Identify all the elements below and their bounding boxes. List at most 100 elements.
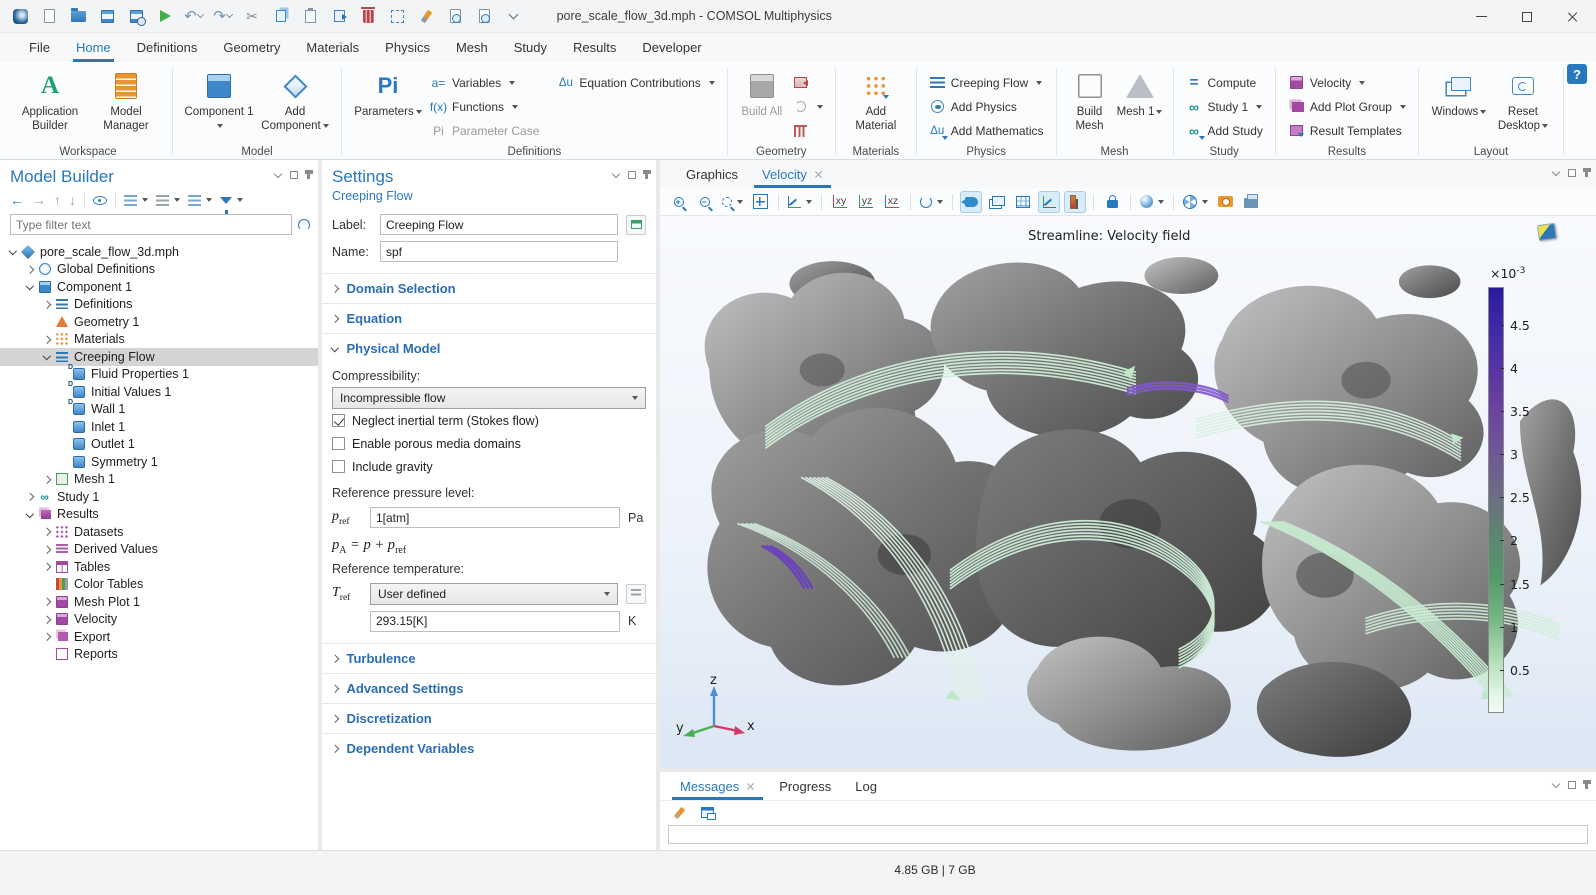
tab-results[interactable]: Results — [560, 33, 629, 62]
undo-icon[interactable]: ↶ — [183, 5, 205, 27]
tree-item-component1[interactable]: Component 1 — [0, 278, 318, 296]
tab-mesh[interactable]: Mesh — [443, 33, 501, 62]
porous-media-checkbox[interactable] — [332, 437, 345, 450]
back-button[interactable]: ← — [10, 193, 24, 207]
show-options-button[interactable] — [93, 196, 107, 205]
move-down-button[interactable]: ↓ — [69, 193, 76, 207]
tree-item-reports[interactable]: Reports — [0, 646, 318, 664]
add-material-button[interactable]: Add Material — [844, 68, 908, 134]
section-equation[interactable]: Equation — [322, 303, 656, 333]
tree-item-tables[interactable]: Tables — [0, 558, 318, 576]
section-domain-selection[interactable]: Domain Selection — [322, 273, 656, 303]
tab-definitions[interactable]: Definitions — [124, 33, 211, 62]
variables-button[interactable]: a= Variables — [426, 72, 543, 93]
tree-item-derived-values[interactable]: Derived Values — [0, 541, 318, 559]
view-xz-button[interactable]: xz — [881, 191, 903, 213]
add-physics-button[interactable]: Add Physics — [925, 96, 1048, 117]
paste-icon[interactable] — [299, 5, 321, 27]
pin-panel-icon[interactable] — [307, 170, 310, 179]
tree-item-definitions[interactable]: Definitions — [0, 296, 318, 314]
name-input[interactable] — [380, 241, 618, 262]
section-turbulence[interactable]: Turbulence — [322, 643, 656, 673]
tree-item-symmetry1[interactable]: Symmetry 1 — [0, 453, 318, 471]
add-plot-group-button[interactable]: Add Plot Group — [1284, 96, 1410, 117]
float-panel-icon[interactable] — [1568, 781, 1576, 789]
compressibility-select[interactable]: Incompressible flow — [332, 387, 646, 409]
tab-home[interactable]: Home — [63, 33, 124, 62]
tree-item-study1[interactable]: ∞Study 1 — [0, 488, 318, 506]
float-panel-icon[interactable] — [290, 171, 298, 179]
mesh1-button[interactable]: Mesh 1 — [1115, 68, 1165, 119]
pin-panel-icon[interactable] — [1585, 780, 1588, 789]
image-snapshot-button[interactable] — [1214, 191, 1236, 213]
creeping-flow-button[interactable]: Creeping Flow — [925, 72, 1048, 93]
view-xy-button[interactable]: xy — [829, 191, 851, 213]
expand-levels-button[interactable] — [124, 195, 148, 206]
move-up-button[interactable]: ↑ — [54, 193, 61, 207]
material-rendering-button[interactable] — [1138, 191, 1166, 213]
build-mesh-button[interactable]: Build Mesh — [1065, 68, 1115, 134]
float-panel-icon[interactable] — [1568, 169, 1576, 177]
tree-item-root[interactable]: pore_scale_flow_3d.mph — [0, 243, 318, 261]
tab-velocity[interactable]: Velocity — [750, 160, 835, 188]
tab-materials[interactable]: Materials — [293, 33, 372, 62]
show-grid-button[interactable] — [1012, 191, 1034, 213]
windows-button[interactable]: Windows — [1427, 68, 1491, 119]
save-search-icon[interactable] — [125, 5, 147, 27]
study1-button[interactable]: ∞ Study 1 — [1182, 96, 1267, 117]
neglect-inertial-checkbox-row[interactable]: Neglect inertial term (Stokes flow) — [332, 409, 646, 432]
add-mathematics-button[interactable]: Δu Add Mathematics — [925, 120, 1048, 141]
zoom-out-button[interactable]: − — [694, 191, 716, 213]
add-study-button[interactable]: ∞ Add Study — [1182, 120, 1267, 141]
tab-log[interactable]: Log — [843, 772, 889, 800]
reset-desktop-button[interactable]: Reset Desktop — [1491, 68, 1555, 134]
open-file-icon[interactable] — [67, 5, 89, 27]
label-input[interactable] — [380, 214, 618, 235]
tree-item-fluid-properties1[interactable]: DFluid Properties 1 — [0, 366, 318, 384]
tree-item-mesh1[interactable]: Mesh 1 — [0, 471, 318, 489]
parameters-button[interactable]: Pi Parameters — [350, 68, 426, 119]
pin-panel-icon[interactable] — [645, 170, 648, 179]
equation-contributions-button[interactable]: Δu Equation Contributions — [553, 72, 718, 93]
help-button[interactable]: ? — [1567, 64, 1587, 84]
graphics-viewport[interactable]: Streamline: Velocity field ×10-3 4.5 4 3… — [660, 216, 1596, 768]
rotate-view-button[interactable] — [918, 191, 945, 213]
clear-selection-icon[interactable] — [415, 5, 437, 27]
tree-item-wall1[interactable]: DWall 1 — [0, 401, 318, 419]
scene-environment-button[interactable] — [1181, 191, 1210, 213]
zoom-in-button[interactable]: + — [668, 191, 690, 213]
copy-icon[interactable] — [270, 5, 292, 27]
ref-pressure-input[interactable] — [370, 507, 620, 528]
tree-item-color-tables[interactable]: Color Tables — [0, 576, 318, 594]
result-templates-button[interactable]: Result Templates — [1284, 120, 1410, 141]
tree-item-export[interactable]: Export — [0, 628, 318, 646]
rename-button[interactable] — [626, 215, 646, 235]
print-button[interactable] — [1240, 191, 1262, 213]
tree-item-outlet1[interactable]: Outlet 1 — [0, 436, 318, 454]
toolbar-overflow-icon[interactable] — [502, 5, 524, 27]
panel-menu-icon[interactable] — [612, 169, 620, 177]
build-all-button[interactable]: Build All — [736, 68, 788, 119]
maximize-button[interactable] — [1504, 0, 1550, 33]
scene-light-button[interactable] — [960, 191, 982, 213]
close-button[interactable] — [1550, 0, 1596, 33]
tree-item-geometry1[interactable]: Geometry 1 — [0, 313, 318, 331]
neglect-inertial-checkbox[interactable] — [332, 414, 345, 427]
new-file-icon[interactable] — [38, 5, 60, 27]
delete-icon[interactable] — [357, 5, 379, 27]
select-box-icon[interactable] — [386, 5, 408, 27]
tab-graphics[interactable]: Graphics — [674, 160, 750, 188]
panel-menu-icon[interactable] — [1552, 779, 1560, 787]
rebuild-button[interactable] — [788, 96, 827, 117]
include-gravity-checkbox[interactable] — [332, 460, 345, 473]
messages-output[interactable] — [668, 825, 1588, 844]
copy-table-button[interactable] — [698, 804, 716, 822]
tree-item-global-definitions[interactable]: Global Definitions — [0, 261, 318, 279]
environment-reflections-button[interactable] — [986, 191, 1008, 213]
collapse-levels-button[interactable] — [156, 195, 180, 206]
panel-menu-icon[interactable] — [1552, 167, 1560, 175]
section-discretization[interactable]: Discretization — [322, 703, 656, 733]
tab-study[interactable]: Study — [501, 33, 560, 62]
include-gravity-checkbox-row[interactable]: Include gravity — [332, 455, 646, 478]
velocity-plot-button[interactable]: Velocity — [1284, 72, 1410, 93]
